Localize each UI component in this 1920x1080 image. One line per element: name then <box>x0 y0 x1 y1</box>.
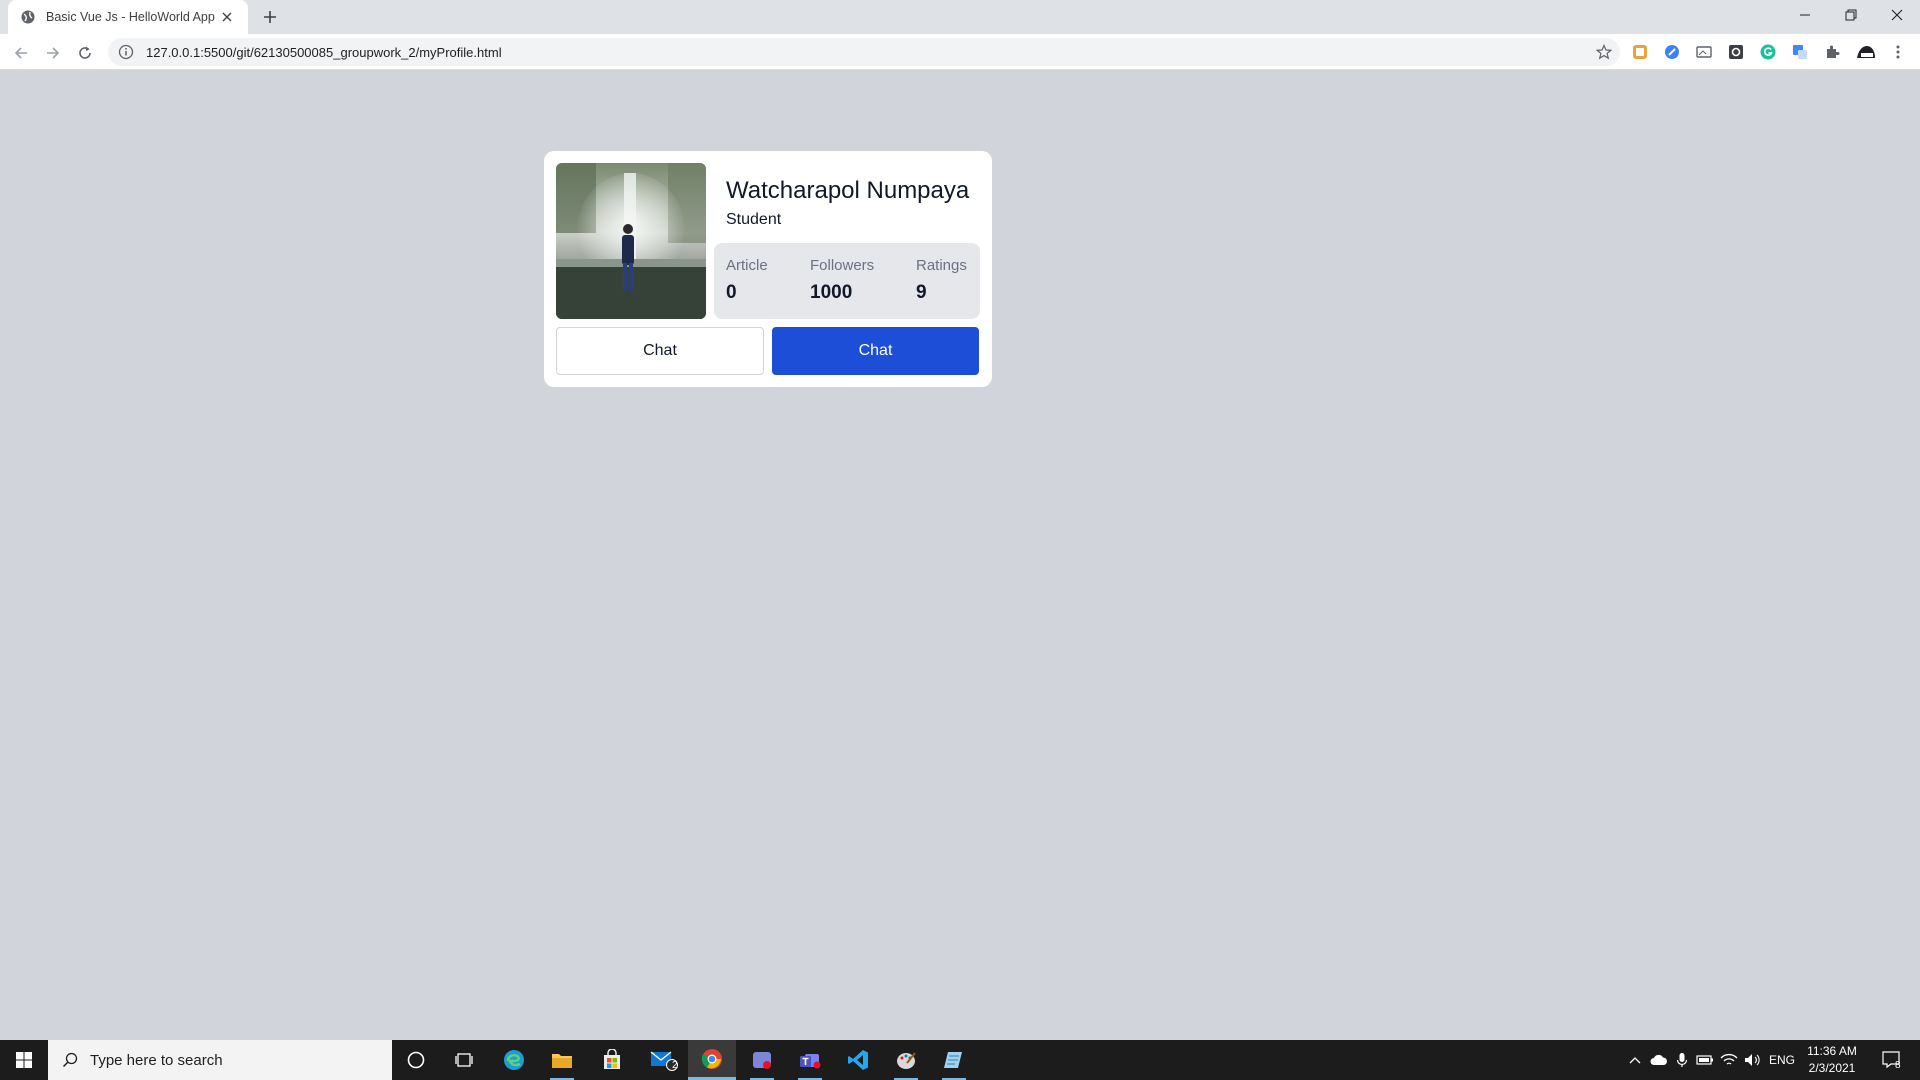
task-view-icon[interactable] <box>440 1040 488 1080</box>
stat-label: Followers <box>810 257 875 274</box>
volume-icon[interactable] <box>1742 1040 1764 1080</box>
translate-icon[interactable] <box>1791 43 1809 61</box>
file-explorer-icon[interactable] <box>538 1040 586 1080</box>
tray-chevron-icon[interactable] <box>1624 1040 1646 1080</box>
close-window-icon[interactable] <box>1874 0 1920 30</box>
language-text: ENG <box>1768 1053 1795 1067</box>
forward-icon[interactable] <box>42 42 64 64</box>
browser-toolbar: 127.0.0.1:5500/git/62130500085_groupwork… <box>0 34 1920 70</box>
stats-panel: Article 0 Followers 1000 Ratings 9 <box>714 243 980 319</box>
taskbar-search[interactable]: Type here to search <box>48 1040 392 1080</box>
stat-value: 0 <box>726 282 737 303</box>
profile-card: Watcharapol Numpaya Student Article 0 Fo… <box>544 151 992 387</box>
profile-name: Watcharapol Numpaya <box>726 177 970 204</box>
teams-icon[interactable] <box>786 1040 834 1080</box>
back-icon[interactable] <box>10 42 32 64</box>
profile-role: Student <box>726 211 782 228</box>
address-bar[interactable]: 127.0.0.1:5500/git/62130500085_groupwork… <box>108 38 1620 66</box>
stat-ratings: Ratings 9 <box>916 257 967 304</box>
stat-label: Ratings <box>916 257 967 274</box>
system-clock[interactable]: 11:36 AM 2/3/2021 <box>1800 1043 1864 1077</box>
store-icon[interactable] <box>588 1040 636 1080</box>
search-icon <box>62 1052 78 1068</box>
windows-start-icon[interactable] <box>0 1040 48 1080</box>
stat-value: 9 <box>916 282 927 303</box>
windows-taskbar: Type here to search 2 ENG 11:36 AM 2/3/2… <box>0 1040 1920 1080</box>
extension-icon[interactable] <box>1695 43 1713 61</box>
menu-kebab-icon[interactable] <box>1889 43 1907 61</box>
extension-icon[interactable] <box>1663 43 1681 61</box>
stat-article: Article 0 <box>726 257 768 304</box>
restore-icon[interactable] <box>1828 0 1874 30</box>
tab-close-icon[interactable] <box>218 8 236 26</box>
stat-value: 1000 <box>810 282 853 303</box>
chrome-icon[interactable] <box>688 1040 736 1080</box>
clock-date: 2/3/2021 <box>1808 1061 1856 1075</box>
globe-icon <box>20 9 36 25</box>
new-tab-plus-icon[interactable] <box>260 7 280 27</box>
cortana-icon[interactable] <box>392 1040 440 1080</box>
profile-avatar-icon[interactable] <box>1855 43 1877 61</box>
app-icon[interactable] <box>738 1040 786 1080</box>
chat-button-primary[interactable]: Chat <box>772 327 979 375</box>
browser-tab[interactable]: Basic Vue Js - HelloWorld App <box>8 0 248 34</box>
star-icon[interactable] <box>1594 42 1614 62</box>
paint-icon[interactable] <box>882 1040 930 1080</box>
search-placeholder: Type here to search <box>90 1051 223 1069</box>
microphone-icon[interactable] <box>1672 1040 1692 1080</box>
reload-icon[interactable] <box>74 42 96 64</box>
onedrive-icon[interactable] <box>1648 1040 1670 1080</box>
battery-icon[interactable] <box>1694 1040 1716 1080</box>
extension-icon[interactable] <box>1727 43 1745 61</box>
edge-icon[interactable] <box>490 1040 538 1080</box>
notepad-icon[interactable] <box>930 1040 978 1080</box>
stat-label: Article <box>726 257 768 274</box>
info-icon[interactable] <box>118 44 134 60</box>
chat-button-outline[interactable]: Chat <box>556 327 764 375</box>
minimize-icon[interactable] <box>1782 0 1828 30</box>
wifi-icon[interactable] <box>1718 1040 1740 1080</box>
profile-photo <box>556 163 706 319</box>
extension-icon[interactable] <box>1631 43 1649 61</box>
mail-icon[interactable]: 2 <box>640 1040 688 1080</box>
notification-icon[interactable]: 8 <box>1872 1040 1912 1080</box>
puzzle-icon[interactable] <box>1823 43 1841 61</box>
notification-count: 8 <box>1895 1060 1901 1071</box>
url-text: 127.0.0.1:5500/git/62130500085_groupwork… <box>146 44 502 60</box>
clock-time: 11:36 AM <box>1807 1044 1857 1058</box>
language-indicator[interactable]: ENG <box>1766 1040 1798 1080</box>
mail-badge: 2 <box>672 1060 678 1071</box>
vscode-icon[interactable] <box>834 1040 882 1080</box>
browser-tab-bar: Basic Vue Js - HelloWorld App <box>0 0 1920 34</box>
tab-title: Basic Vue Js - HelloWorld App <box>46 10 215 24</box>
stat-followers: Followers 1000 <box>810 257 874 304</box>
grammarly-icon[interactable] <box>1759 43 1777 61</box>
